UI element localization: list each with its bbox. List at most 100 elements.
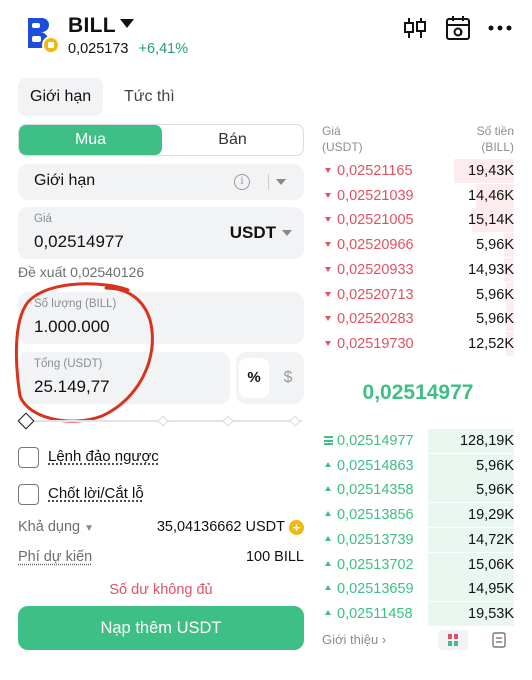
ask-row[interactable]: 0,02520933 14,93K xyxy=(322,257,514,282)
pair-symbol[interactable]: BILL xyxy=(68,14,116,38)
ask-price: 0,02520283 xyxy=(337,311,414,328)
up-arrow-icon xyxy=(325,609,331,615)
bid-row[interactable]: 0,02513702 15,06K xyxy=(322,552,514,577)
bid-row[interactable]: 0,02514863 5,96K xyxy=(322,453,514,478)
ask-amount: 5,96K xyxy=(476,286,514,303)
chevron-down-icon[interactable] xyxy=(120,19,134,28)
ask-row[interactable]: 0,02519730 12,52K xyxy=(322,331,514,356)
ask-amount: 12,52K xyxy=(468,335,514,352)
price-unit-select[interactable]: USDT xyxy=(230,223,276,243)
orderbook-both-view-icon[interactable] xyxy=(438,630,468,650)
slider-mark-25[interactable] xyxy=(157,415,169,427)
bid-price: 0,02513856 xyxy=(337,507,414,524)
tab-limit[interactable]: Giới hạn xyxy=(18,78,104,116)
bid-row[interactable]: 0,02513739 14,72K xyxy=(322,527,514,552)
unit-toggle: % $ xyxy=(236,352,304,404)
price-value[interactable]: 0,02514977 xyxy=(34,232,124,252)
amount-slider[interactable] xyxy=(17,412,304,430)
total-input[interactable]: Tổng (USDT) 25.149,77 xyxy=(18,352,230,404)
bid-row[interactable]: 0,02513659 14,95K xyxy=(322,577,514,602)
down-arrow-icon xyxy=(325,316,331,322)
percent-button[interactable]: % xyxy=(239,358,269,398)
bid-price: 0,02514863 xyxy=(337,457,414,474)
header: BILL 0,025173 +6,41% xyxy=(0,0,532,70)
tab-market[interactable]: Tức thì xyxy=(112,78,187,116)
bid-row[interactable]: 0,02514358 5,96K xyxy=(322,478,514,503)
ask-row[interactable]: 0,02520966 5,96K xyxy=(322,233,514,258)
fee-value: 100 BILL xyxy=(245,549,304,565)
quantity-input[interactable]: Số lượng (BILL) 1.000.000 xyxy=(18,292,304,344)
price-label: Giá xyxy=(34,213,52,225)
tp-sl-label[interactable]: Chốt lời/Cắt lỗ xyxy=(48,485,144,502)
up-arrow-icon xyxy=(325,511,331,517)
list-marker-icon xyxy=(324,436,333,445)
bill-logo-icon xyxy=(22,14,62,56)
candlestick-icon[interactable] xyxy=(401,14,429,42)
down-arrow-icon xyxy=(325,242,331,248)
sell-button[interactable]: Bán xyxy=(162,125,303,155)
quantity-value[interactable]: 1.000.000 xyxy=(34,317,110,337)
bid-amount: 128,19K xyxy=(459,433,514,449)
order-type-value: Giới hạn xyxy=(34,172,96,189)
intro-link[interactable]: Giới thiệu › xyxy=(322,632,386,647)
info-icon[interactable]: i xyxy=(234,174,250,190)
price-input[interactable]: Giá 0,02514977 USDT xyxy=(18,207,304,259)
orderbook-list-view-icon[interactable] xyxy=(484,630,514,650)
bid-amount: 5,96K xyxy=(476,482,514,499)
slider-mark-100[interactable] xyxy=(289,415,301,427)
bid-row[interactable]: 0,02514977 128,19K xyxy=(322,429,514,453)
tp-sl-checkbox[interactable] xyxy=(18,484,39,505)
chevron-down-icon xyxy=(282,230,292,236)
total-value[interactable]: 25.149,77 xyxy=(34,377,110,397)
ask-row[interactable]: 0,02520713 5,96K xyxy=(322,282,514,307)
ask-price: 0,02520966 xyxy=(337,237,414,254)
divider xyxy=(268,174,269,190)
chevron-down-icon xyxy=(276,179,286,185)
down-arrow-icon xyxy=(325,340,331,346)
dollar-button[interactable]: $ xyxy=(276,358,300,398)
ask-amount: 14,93K xyxy=(468,261,514,278)
total-label: Tổng (USDT) xyxy=(34,358,103,370)
slider-mark-50[interactable] xyxy=(222,415,234,427)
orderbook-amount-header: Số tiền (BILL) xyxy=(476,124,514,154)
more-icon[interactable] xyxy=(486,14,514,42)
fee-label[interactable]: Phí dự kiến xyxy=(18,549,92,565)
up-arrow-icon xyxy=(325,585,331,591)
buy-sell-toggle: Mua Bán xyxy=(18,124,304,156)
ask-row[interactable]: 0,02521039 14,46K xyxy=(322,183,514,208)
ask-row[interactable]: 0,02521005 15,14K xyxy=(322,208,514,233)
bid-row[interactable]: 0,02511458 19,53K xyxy=(322,601,514,626)
down-arrow-icon xyxy=(325,192,331,198)
buy-button[interactable]: Mua xyxy=(19,125,162,155)
bid-row[interactable]: 0,02513856 19,29K xyxy=(322,503,514,528)
bid-price: 0,02513739 xyxy=(337,531,414,548)
mid-price[interactable]: 0,02514977 xyxy=(322,381,514,405)
reverse-order-checkbox[interactable] xyxy=(18,447,39,468)
fee-row: Phí dự kiến 100 BILL xyxy=(18,549,304,569)
deposit-button[interactable]: Nạp thêm USDT xyxy=(18,606,304,650)
ask-amount: 5,96K xyxy=(476,237,514,254)
ask-price: 0,02520713 xyxy=(337,286,414,303)
slider-thumb[interactable] xyxy=(17,412,35,430)
ask-row[interactable]: 0,02520283 5,96K xyxy=(322,307,514,332)
order-type-select[interactable]: Giới hạn i xyxy=(18,164,304,200)
suggested-price[interactable]: Đề xuất 0,02540126 xyxy=(18,264,144,280)
quantity-label: Số lượng (BILL) xyxy=(34,298,117,310)
up-arrow-icon xyxy=(325,486,331,492)
bid-amount: 14,95K xyxy=(468,581,514,598)
ask-price: 0,02520933 xyxy=(337,261,414,278)
bid-price: 0,02513702 xyxy=(337,556,414,573)
up-arrow-icon xyxy=(325,461,331,467)
add-funds-icon[interactable]: + xyxy=(289,520,304,535)
ask-price: 0,02521005 xyxy=(337,212,414,229)
down-arrow-icon xyxy=(325,217,331,223)
bid-price: 0,02514358 xyxy=(337,482,414,499)
calendar-icon[interactable] xyxy=(444,14,472,42)
ask-amount: 14,46K xyxy=(468,187,514,204)
reverse-order-label[interactable]: Lệnh đảo ngược xyxy=(48,448,159,465)
up-arrow-icon xyxy=(325,560,331,566)
ask-row[interactable]: 0,02521165 19,43K xyxy=(322,159,514,183)
orderbook-price-header: Giá (USDT) xyxy=(322,124,363,154)
down-arrow-icon xyxy=(325,291,331,297)
available-label[interactable]: Khả dụng ▼ xyxy=(18,519,94,535)
